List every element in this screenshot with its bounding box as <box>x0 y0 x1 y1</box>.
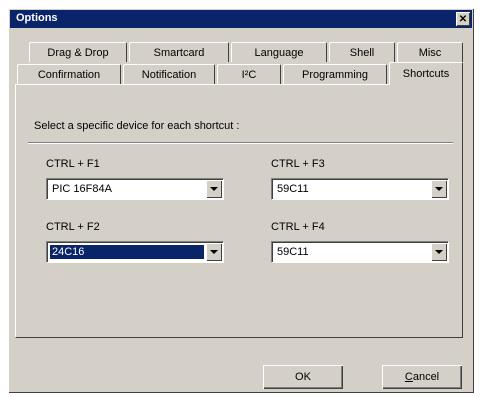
ctrl-f1-label: CTRL + F1 <box>46 158 100 170</box>
ctrl-f1-select[interactable]: PIC 16F84A <box>46 178 224 200</box>
cancel-button[interactable]: Cancel <box>382 365 462 389</box>
ctrl-f4-label: CTRL + F4 <box>271 221 325 233</box>
ctrl-f2-dropdown-button[interactable] <box>206 243 222 261</box>
tab-drag-drop[interactable]: Drag & Drop <box>29 42 127 62</box>
ok-button[interactable]: OK <box>263 365 343 389</box>
tab-language[interactable]: Language <box>231 42 327 62</box>
close-icon: ✕ <box>458 13 468 25</box>
ctrl-f3-value: 59C11 <box>277 183 309 195</box>
ctrl-f2-select[interactable]: 24C16 <box>46 241 224 263</box>
chevron-down-icon <box>210 187 218 191</box>
title-bar[interactable]: Options ✕ <box>10 10 472 28</box>
tab-smartcard[interactable]: Smartcard <box>129 42 229 62</box>
ctrl-f3-label: CTRL + F3 <box>271 158 325 170</box>
ctrl-f3-dropdown-button[interactable] <box>431 180 447 198</box>
chevron-down-icon <box>210 250 218 254</box>
tab-confirmation[interactable]: Confirmation <box>17 64 121 84</box>
cancel-label: ancel <box>412 371 440 383</box>
instruction-text: Select a specific device for each shortc… <box>34 120 240 132</box>
ctrl-f3-select[interactable]: 59C11 <box>271 178 449 200</box>
tab-shortcuts[interactable]: Shortcuts <box>389 62 463 85</box>
tab-misc[interactable]: Misc <box>397 42 463 62</box>
ctrl-f4-select[interactable]: 59C11 <box>271 241 449 263</box>
separator <box>28 142 453 144</box>
ctrl-f2-label: CTRL + F2 <box>46 221 100 233</box>
tab-programming[interactable]: Programming <box>283 64 387 84</box>
chevron-down-icon <box>435 250 443 254</box>
tab-i2c[interactable]: I²C <box>217 64 281 84</box>
ctrl-f1-value: PIC 16F84A <box>52 183 112 195</box>
tab-shell[interactable]: Shell <box>329 42 395 62</box>
window-title: Options <box>16 12 58 24</box>
ctrl-f4-dropdown-button[interactable] <box>431 243 447 261</box>
close-button[interactable]: ✕ <box>456 12 470 26</box>
cancel-mnemonic: C <box>404 371 413 383</box>
ctrl-f2-value: 24C16 <box>50 245 204 259</box>
tab-notification[interactable]: Notification <box>123 64 215 84</box>
ctrl-f4-value: 59C11 <box>277 246 309 258</box>
ctrl-f1-dropdown-button[interactable] <box>206 180 222 198</box>
chevron-down-icon <box>435 187 443 191</box>
